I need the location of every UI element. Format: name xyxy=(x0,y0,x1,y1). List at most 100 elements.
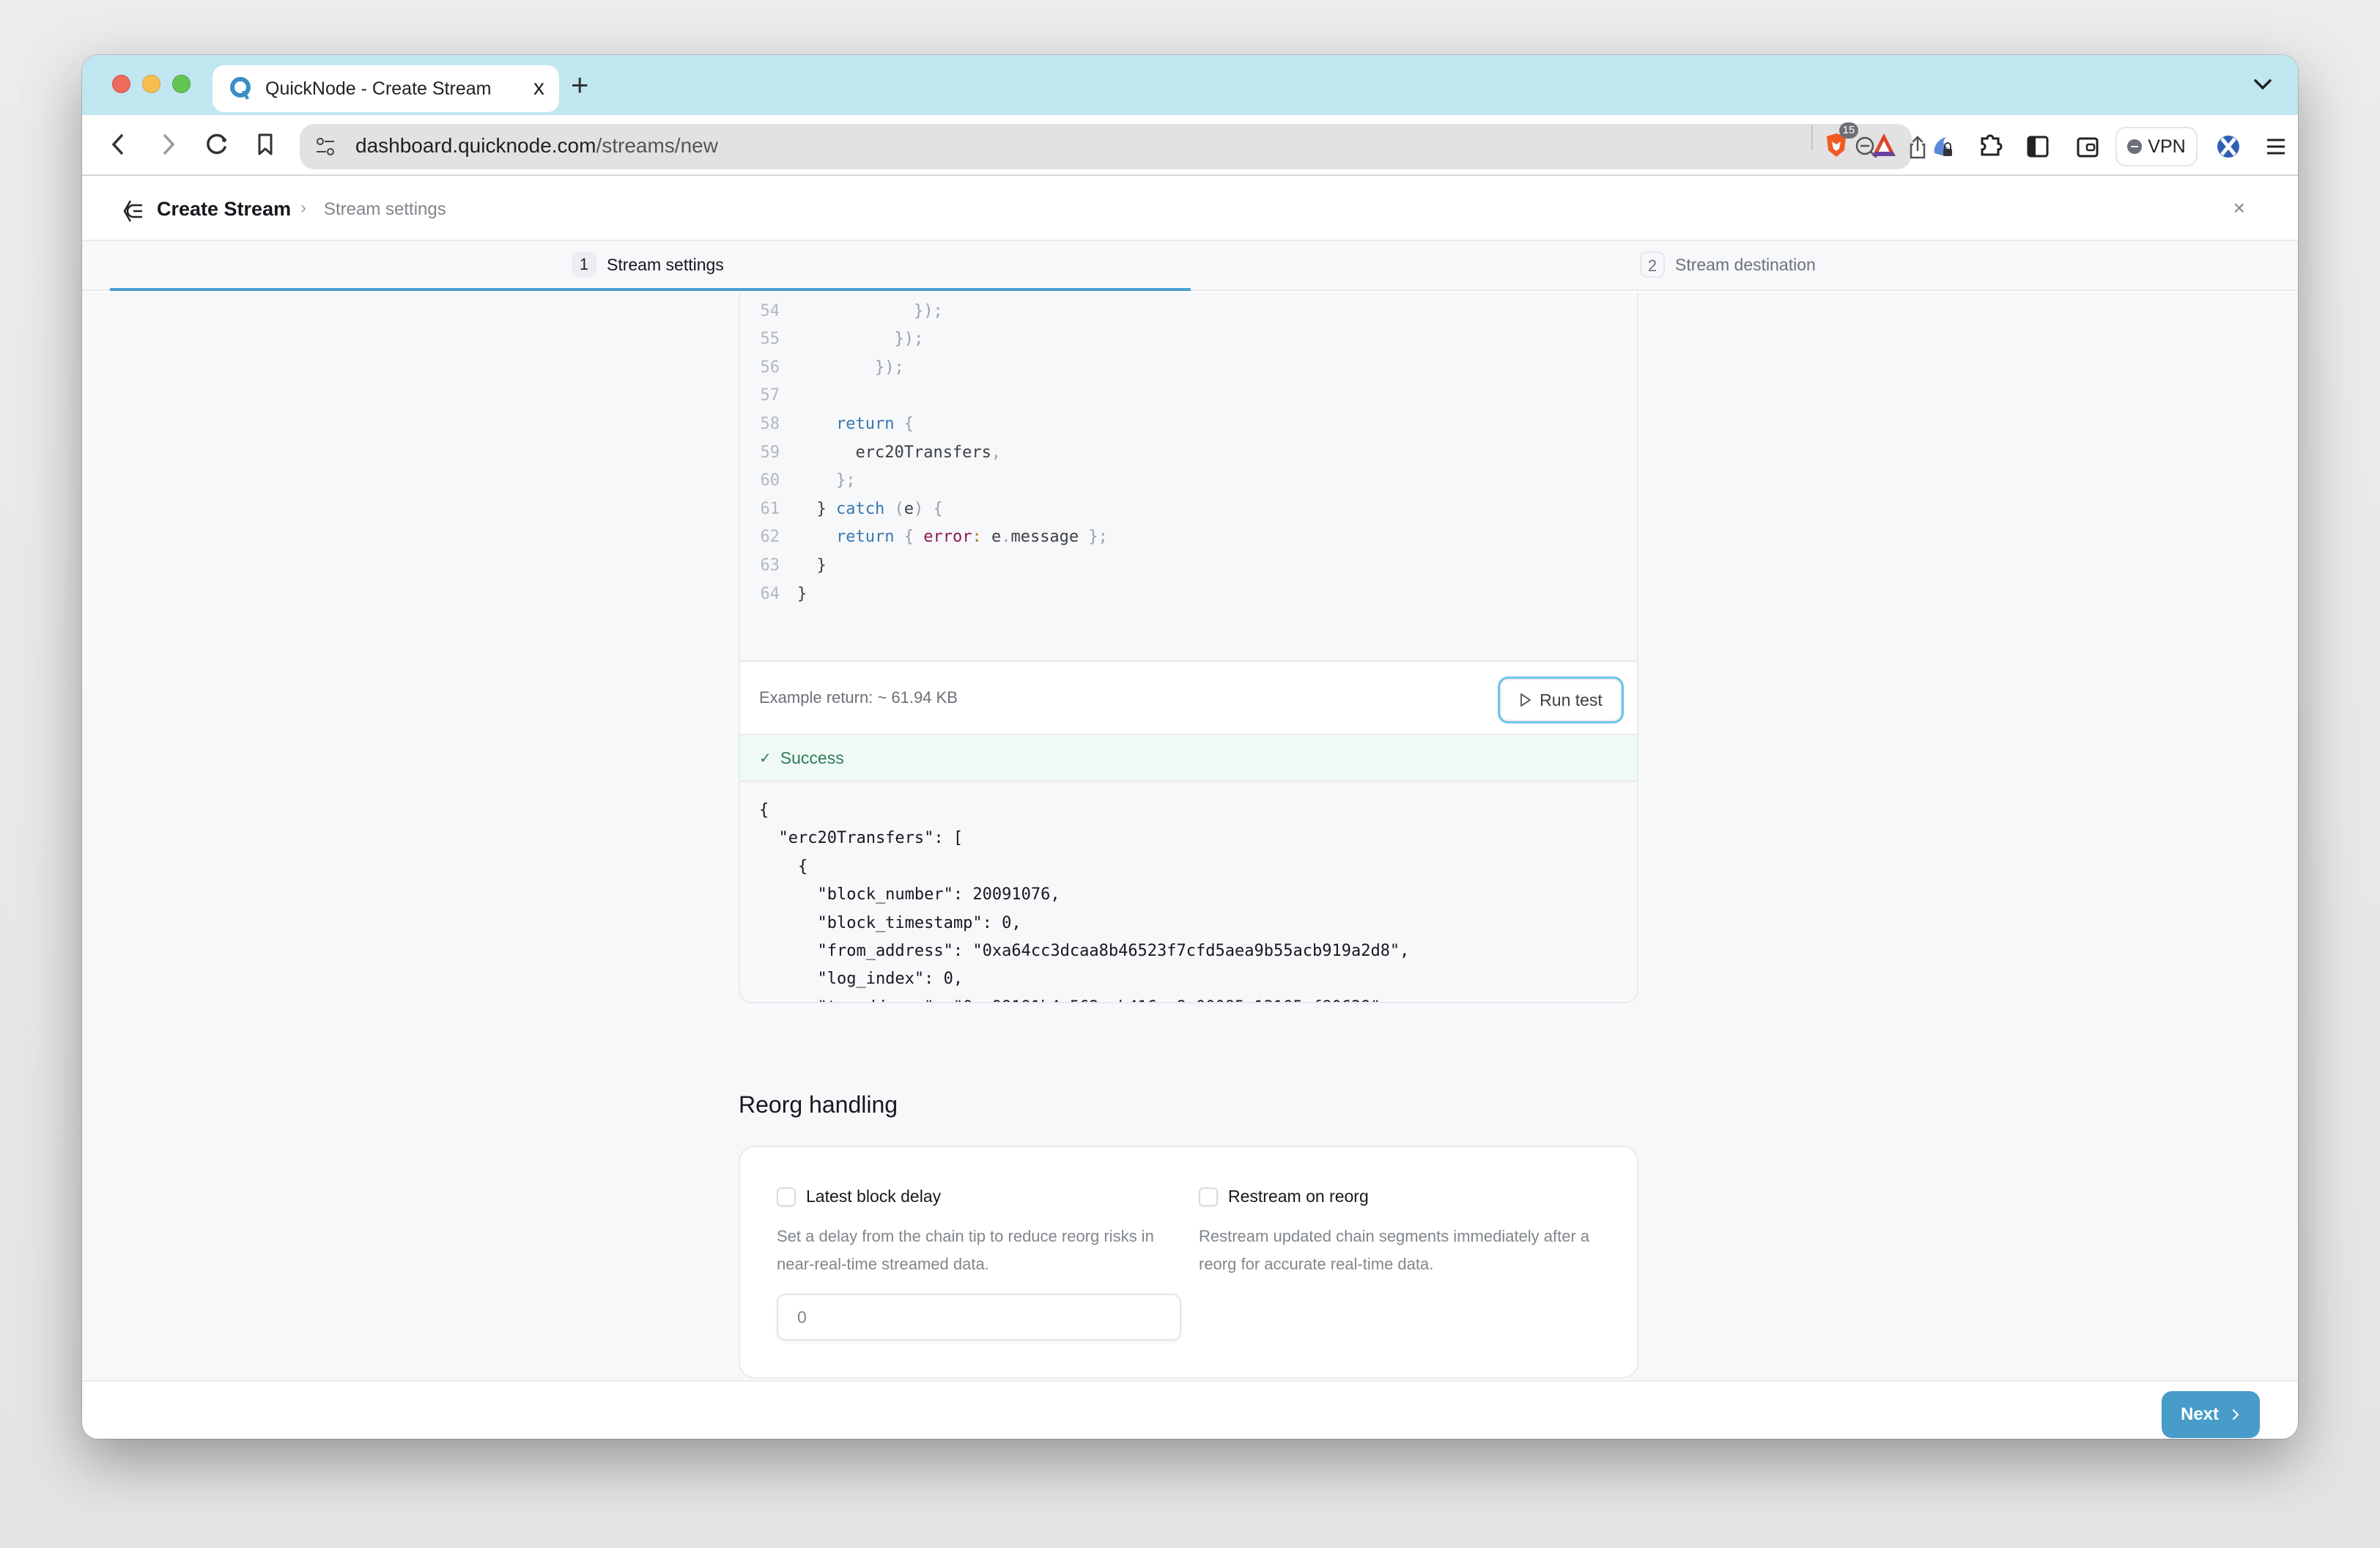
latest-block-delay-label[interactable]: Latest block delay xyxy=(806,1187,941,1206)
code-text: } catch (e) { xyxy=(816,499,943,518)
code-text: }; xyxy=(835,471,856,490)
page-title: Create Stream xyxy=(157,198,292,220)
output-line: "block_timestamp": 0, xyxy=(759,913,1021,932)
vpn-extension-icon[interactable] xyxy=(1929,133,1956,161)
code-text: } xyxy=(797,584,808,603)
run-test-button[interactable]: Run test xyxy=(1498,677,1624,723)
test-status-bar: ✓ Success xyxy=(740,735,1637,782)
reorg-card: Latest block delay Set a delay from the … xyxy=(739,1146,1638,1379)
line-number: 56 xyxy=(760,358,780,377)
stepper: 1 Stream settings 2 Stream destination xyxy=(82,241,2298,291)
bookmark-icon[interactable] xyxy=(251,130,280,159)
url-path: /streams/new xyxy=(596,134,718,157)
code-line: 56 }); xyxy=(740,354,904,382)
code-line: 60 }; xyxy=(740,467,856,495)
test-status-text: Success xyxy=(780,748,844,767)
url-text[interactable]: dashboard.quicknode.com/streams/new xyxy=(355,134,718,158)
output-line: { xyxy=(759,801,769,819)
output-line: { xyxy=(759,857,808,876)
line-number: 57 xyxy=(760,386,780,405)
restream-on-reorg-option: Restream on reorg Restream updated chain… xyxy=(1199,1187,1594,1278)
browser-window: QuickNode - Create Stream x + dashboard.… xyxy=(82,55,2298,1439)
new-tab-button[interactable]: + xyxy=(571,65,589,105)
block-delay-input[interactable] xyxy=(777,1294,1181,1341)
restream-on-reorg-checkbox[interactable] xyxy=(1199,1187,1218,1206)
next-button[interactable]: Next xyxy=(2162,1391,2260,1438)
code-line: 55 }); xyxy=(740,325,924,353)
code-text: }); xyxy=(874,358,904,377)
step-number: 1 xyxy=(572,251,596,278)
play-icon xyxy=(1520,693,1531,707)
example-return-bar: Example return: ~ 61.94 KB Run test xyxy=(740,660,1637,735)
code-line: 62 return { error: e.message }; xyxy=(740,523,1108,551)
code-text: return { xyxy=(835,415,914,433)
shields-count-badge: 15 xyxy=(1839,122,1858,139)
code-line: 57 xyxy=(740,382,797,410)
step-stream-settings[interactable]: 1 Stream settings xyxy=(572,251,724,278)
code-text: }); xyxy=(894,330,924,349)
close-window-button[interactable] xyxy=(112,75,130,93)
latest-block-delay-option: Latest block delay Set a delay from the … xyxy=(777,1187,1172,1278)
breadcrumb-chevron-icon: › xyxy=(300,198,306,218)
main-content: 53 log_index: log.logIndex ? parseInt(lo… xyxy=(82,292,2298,1380)
vpn-status-icon xyxy=(2127,139,2143,154)
step-progress-track xyxy=(110,288,2272,291)
footer: Next xyxy=(82,1380,2298,1439)
extension-x-icon[interactable] xyxy=(2214,133,2242,161)
next-label: Next xyxy=(2180,1404,2220,1424)
streams-logo-icon xyxy=(123,200,142,222)
step-progress-fill xyxy=(110,288,1191,291)
app-header: Create Stream › Stream settings × xyxy=(82,176,2298,241)
step-number: 2 xyxy=(1640,251,1665,278)
extensions-icon[interactable] xyxy=(1976,133,2004,161)
line-number: 64 xyxy=(760,584,780,603)
address-bar[interactable]: dashboard.quicknode.com/streams/new xyxy=(300,124,1926,169)
latest-block-delay-checkbox[interactable] xyxy=(777,1187,796,1206)
code-text: return { error: e.message }; xyxy=(835,528,1108,547)
forward-icon[interactable] xyxy=(153,130,182,159)
code-line: 54 }); xyxy=(740,298,943,325)
code-text: erc20Transfers, xyxy=(855,443,1002,462)
menu-icon[interactable] xyxy=(2262,133,2290,161)
restream-on-reorg-label[interactable]: Restream on reorg xyxy=(1228,1187,1369,1206)
step-stream-destination[interactable]: 2 Stream destination xyxy=(1640,251,1816,278)
code-editor[interactable]: 53 log_index: log.logIndex ? parseInt(lo… xyxy=(740,292,1637,660)
example-return-size: Example return: ~ 61.94 KB xyxy=(759,688,958,707)
brave-rewards-icon[interactable] xyxy=(1870,131,1898,159)
code-line: 53 log_index: log.logIndex ? parseInt(lo… xyxy=(740,292,1487,297)
latest-block-delay-description: Set a delay from the chain tip to reduce… xyxy=(777,1227,1154,1273)
reload-icon[interactable] xyxy=(202,130,232,159)
chevron-down-icon[interactable] xyxy=(2250,71,2276,97)
test-output[interactable]: { "erc20Transfers": [ { "block_number": … xyxy=(740,784,1637,1002)
line-number: 61 xyxy=(760,499,780,518)
back-icon[interactable] xyxy=(104,130,133,159)
line-number: 60 xyxy=(760,471,780,490)
vpn-label: VPN xyxy=(2148,136,2186,157)
sidebar-icon[interactable] xyxy=(2024,133,2052,161)
step-label: Stream destination xyxy=(1675,254,1816,274)
output-line: "block_number": 20091076, xyxy=(759,885,1060,904)
output-line: "to_address": "0xe99191b4a562ccb416ea8e0… xyxy=(759,994,1389,1002)
vpn-button[interactable]: VPN xyxy=(2115,127,2198,166)
maximize-window-button[interactable] xyxy=(172,75,191,93)
breadcrumb-current: Stream settings xyxy=(324,199,446,219)
code-line: 59 erc20Transfers, xyxy=(740,439,1002,467)
code-line: 64} xyxy=(740,580,808,608)
reorg-section-title: Reorg handling xyxy=(739,1091,898,1118)
minimize-window-button[interactable] xyxy=(142,75,160,93)
output-line: "log_index": 0, xyxy=(759,970,964,989)
wallet-icon[interactable] xyxy=(2074,133,2102,161)
site-settings-icon[interactable] xyxy=(314,136,336,158)
line-number: 54 xyxy=(760,301,780,320)
share-icon[interactable] xyxy=(1904,134,1931,161)
tab-title: QuickNode - Create Stream xyxy=(265,78,492,99)
close-icon[interactable]: × xyxy=(2233,196,2245,220)
output-line: "erc20Transfers": [ xyxy=(759,829,964,848)
step-label: Stream settings xyxy=(607,254,724,274)
filter-code-card: 53 log_index: log.logIndex ? parseInt(lo… xyxy=(739,292,1638,1003)
tab-close-button[interactable]: x xyxy=(533,75,544,100)
browser-toolbar: dashboard.quicknode.com/streams/new 15 V… xyxy=(82,115,2298,176)
restream-on-reorg-description: Restream updated chain segments immediat… xyxy=(1199,1227,1590,1273)
line-number: 55 xyxy=(760,330,780,349)
tab-quicknode-create-stream[interactable]: QuickNode - Create Stream x xyxy=(212,65,559,112)
